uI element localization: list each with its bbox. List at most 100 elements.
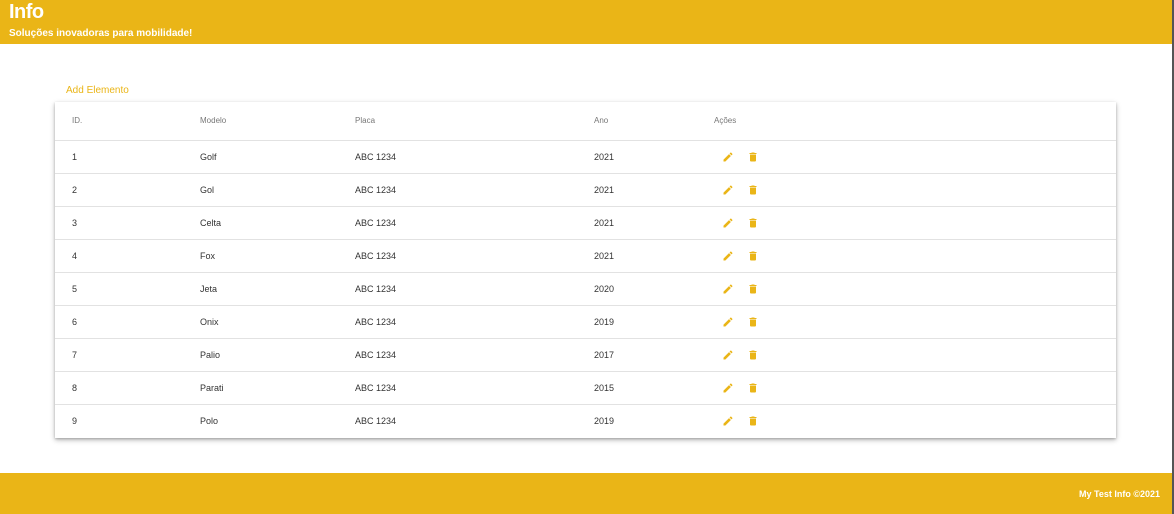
cell-modelo: Jeta [200,283,218,294]
cell-placa: ABC 1234 [355,415,397,426]
pencil-icon [722,316,734,328]
table-row: 7 Palio ABC 1234 2017 [55,338,1116,371]
pencil-icon [722,415,734,427]
column-header-modelo: Modelo [200,116,227,126]
cell-id: 6 [72,316,78,327]
edit-button[interactable] [722,250,734,262]
delete-button[interactable] [747,283,759,295]
table-header-row: ID. Modelo Placa Ano Ações [55,102,1116,140]
cell-ano: 2015 [594,382,615,393]
cell-placa: ABC 1234 [355,217,397,228]
vehicles-table: ID. Modelo Placa Ano Ações 1 Golf ABC 1234… [55,102,1116,437]
cell-id: 4 [72,250,78,261]
vehicles-table-card: ID. Modelo Placa Ano Ações 1 Golf ABC 1234… [55,102,1116,438]
table-body: 1 Golf ABC 1234 2021 2 Gol ABC 1234 2021 3 Celta A… [55,140,1116,437]
cell-ano: 2021 [594,250,615,261]
cell-placa: ABC 1234 [355,184,397,195]
cell-ano: 2021 [594,184,615,195]
cell-ano: 2017 [594,349,615,360]
delete-button[interactable] [747,151,759,163]
cell-acoes [714,404,1116,437]
add-element-link[interactable]: Add Elemento [66,85,129,97]
cell-id: 2 [72,184,78,195]
pencil-icon [722,151,734,163]
pencil-icon [722,382,734,394]
cell-modelo: Polo [200,415,219,426]
cell-acoes [714,272,1116,305]
delete-button[interactable] [747,382,759,394]
cell-id: 3 [72,217,78,228]
cell-id: 5 [72,283,78,294]
delete-button[interactable] [747,250,759,262]
edit-button[interactable] [722,349,734,361]
trash-icon [747,184,759,196]
cell-placa: ABC 1234 [355,382,397,393]
cell-modelo: Onix [200,316,219,327]
trash-icon [747,415,759,427]
app-header: Info Soluções inovadoras para mobilidade… [0,0,1172,44]
cell-modelo: Parati [200,382,224,393]
cell-ano: 2021 [594,217,615,228]
cell-acoes [714,239,1116,272]
edit-button[interactable] [722,283,734,295]
pencil-icon [722,250,734,262]
pencil-icon [722,184,734,196]
cell-modelo: Gol [200,184,215,195]
app-subtitle: Soluções inovadoras para mobilidade! [9,28,193,39]
edit-button[interactable] [722,415,734,427]
table-row: 8 Parati ABC 1234 2015 [55,371,1116,404]
delete-button[interactable] [747,217,759,229]
edit-button[interactable] [722,382,734,394]
table-row: 9 Polo ABC 1234 2019 [55,404,1116,437]
app-footer: My Test Info ©2021 [0,473,1172,514]
trash-icon [747,316,759,328]
cell-placa: ABC 1234 [355,316,397,327]
cell-id: 9 [72,415,78,426]
cell-modelo: Golf [200,151,217,162]
cell-acoes [714,206,1116,239]
table-row: 3 Celta ABC 1234 2021 [55,206,1116,239]
column-header-id: ID. [72,116,83,126]
trash-icon [747,283,759,295]
trash-icon [747,217,759,229]
cell-acoes [714,140,1116,173]
footer-copyright: My Test Info ©2021 [1079,489,1160,499]
column-header-placa: Placa [355,116,376,126]
pencil-icon [722,217,734,229]
cell-placa: ABC 1234 [355,349,397,360]
cell-acoes [714,305,1116,338]
delete-button[interactable] [747,316,759,328]
cell-ano: 2021 [594,151,615,162]
cell-placa: ABC 1234 [355,250,397,261]
cell-ano: 2019 [594,316,615,327]
cell-acoes [714,371,1116,404]
trash-icon [747,151,759,163]
edit-button[interactable] [722,151,734,163]
edit-button[interactable] [722,217,734,229]
cell-acoes [714,338,1116,371]
edit-button[interactable] [722,184,734,196]
pencil-icon [722,283,734,295]
table-row: 1 Golf ABC 1234 2021 [55,140,1116,173]
cell-modelo: Fox [200,250,216,261]
cell-id: 8 [72,382,78,393]
column-header-acoes: Ações [714,116,737,126]
trash-icon [747,349,759,361]
table-row: 4 Fox ABC 1234 2021 [55,239,1116,272]
trash-icon [747,382,759,394]
cell-modelo: Celta [200,217,222,228]
cell-ano: 2019 [594,415,615,426]
trash-icon [747,250,759,262]
delete-button[interactable] [747,349,759,361]
delete-button[interactable] [747,415,759,427]
cell-modelo: Palio [200,349,221,360]
column-header-ano: Ano [594,116,609,126]
edit-button[interactable] [722,316,734,328]
table-row: 5 Jeta ABC 1234 2020 [55,272,1116,305]
table-row: 6 Onix ABC 1234 2019 [55,305,1116,338]
delete-button[interactable] [747,184,759,196]
cell-acoes [714,173,1116,206]
cell-placa: ABC 1234 [355,283,397,294]
cell-placa: ABC 1234 [355,151,397,162]
cell-id: 7 [72,349,78,360]
